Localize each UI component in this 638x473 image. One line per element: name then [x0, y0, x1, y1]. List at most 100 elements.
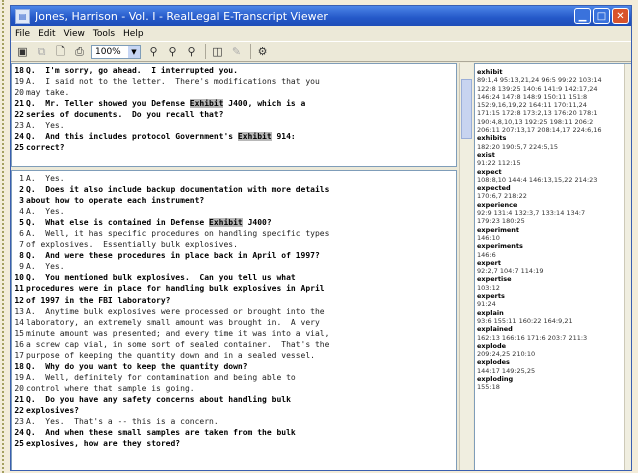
menu-help[interactable]: Help	[123, 29, 144, 39]
transcript-line[interactable]: 10 Q. You mentioned bulk explosives. Can …	[12, 272, 456, 283]
index-word[interactable]: experiments	[477, 242, 623, 250]
index-page-refs[interactable]: 146:6	[477, 251, 623, 259]
index-page-refs[interactable]: 179:23 180:25	[477, 217, 623, 225]
index-page-refs[interactable]: 91:22 112:15	[477, 159, 623, 167]
find-icon[interactable]: ⚲	[146, 44, 161, 59]
index-word[interactable]: experiment	[477, 226, 623, 234]
close-button[interactable]: ✕	[612, 8, 629, 24]
index-page-refs[interactable]: 144:17 149:25,25	[477, 367, 623, 375]
index-page-refs[interactable]: 92:9 131:4 132:3,7 133:14 134:7	[477, 209, 623, 217]
transcript-line[interactable]: 1 A. Yes.	[12, 173, 456, 184]
transcript-line[interactable]: 23 A. Yes. That's a -- this is a concern.	[12, 416, 456, 427]
maximize-button[interactable]: □	[593, 8, 610, 24]
copy-icon[interactable]: ⧉	[34, 44, 49, 59]
index-word[interactable]: expert	[477, 259, 623, 267]
transcript-line[interactable]: 24 Q. And when these small samples are ta…	[12, 427, 456, 438]
index-word[interactable]: exist	[477, 151, 623, 159]
index-word[interactable]: explain	[477, 309, 623, 317]
transcript-line[interactable]: 18 Q. I'm sorry, go ahead. I interrupted …	[12, 65, 456, 76]
index-page-refs[interactable]: 93:6 155:11 160:22 164:9,21	[477, 317, 623, 325]
word-index-pane[interactable]: exhibit 89:1,4 95:13,21,24 96:5 99:22 103…	[474, 63, 631, 470]
transcript-line[interactable]: 7 of explosives. Essentially bulk explosi…	[12, 239, 456, 250]
transcript-line[interactable]: 19 A. I said not to the letter. There's m…	[12, 76, 456, 87]
menu-file[interactable]: File	[15, 29, 30, 39]
index-page-refs[interactable]: 206:11 207:13,17 208:14,17 224:6,16	[477, 126, 623, 134]
zoom-select[interactable]: 100% ▼	[91, 44, 141, 59]
index-page-refs[interactable]: 190:4,8,10,13 192:25 198:11 206:2	[477, 118, 623, 126]
find-prev-icon[interactable]: ⚲	[184, 44, 199, 59]
transcript-line[interactable]: 23 A. Yes.	[12, 120, 456, 131]
line-number: 23	[14, 417, 24, 427]
transcript-scrollbar[interactable]	[459, 63, 473, 470]
transcript-line[interactable]: 21 Q. Mr. Teller showed you Defense Exhib…	[12, 98, 456, 109]
index-page-refs[interactable]: 122:8 139:25 140:6 141:9 142:17,24	[477, 85, 623, 93]
index-page-refs[interactable]: 103:12	[477, 284, 623, 292]
transcript-line[interactable]: 19 A. Well, definitely for contamination …	[12, 372, 456, 383]
transcript-line[interactable]: 2 Q. Does it also include backup document…	[12, 184, 456, 195]
split-view-icon[interactable]: ◫	[210, 44, 225, 59]
index-page-refs[interactable]: 108:8,10 144:4 146:13,15,22 214:23	[477, 176, 623, 184]
transcript-line[interactable]: 13 A. Anytime bulk explosives were proces…	[12, 306, 456, 317]
transcript-line[interactable]: 18 Q. Why do you want to keep the quantit…	[12, 361, 456, 372]
transcript-line[interactable]: 6 A. Well, it has specific procedures on …	[12, 228, 456, 239]
index-scrollbar[interactable]	[624, 64, 631, 470]
transcript-line[interactable]: 17 purpose of keeping the quantity down a…	[12, 350, 456, 361]
transcript-line[interactable]: 16 a screw cap vial, in some sort of seal…	[12, 339, 456, 350]
options-icon[interactable]: ⚙	[255, 44, 270, 59]
index-word[interactable]: exhibit	[477, 68, 623, 76]
index-page-refs[interactable]: 171:15 172:8 173:2,13 176:20 178:1	[477, 109, 623, 117]
menu-edit[interactable]: Edit	[38, 29, 55, 39]
transcript-line[interactable]: 20 control where that sample is going.	[12, 383, 456, 394]
transcript-line[interactable]: 22 explosives?	[12, 405, 456, 416]
transcript-pane-top[interactable]: 18 Q. I'm sorry, go ahead. I interrupted …	[11, 63, 457, 167]
print-preview-icon[interactable]: 🗋	[53, 44, 68, 59]
transcript-line[interactable]: 22 series of documents. Do you recall tha…	[12, 109, 456, 120]
scrollbar-thumb[interactable]	[461, 79, 472, 139]
index-page-refs[interactable]: 155:18	[477, 383, 623, 391]
menu-view[interactable]: View	[64, 29, 85, 39]
transcript-line[interactable]: 25 correct?	[12, 142, 456, 153]
transcript-line[interactable]: 4 A. Yes.	[12, 206, 456, 217]
index-page-refs[interactable]: 91:24	[477, 300, 623, 308]
annotate-icon[interactable]: ✎	[229, 44, 244, 59]
index-page-refs[interactable]: 162:13 166:16 171:6 203:7 211:3	[477, 334, 623, 342]
index-word[interactable]: explodes	[477, 358, 623, 366]
index-page-refs[interactable]: 92:2,7 104:7 114:19	[477, 267, 623, 275]
save-icon[interactable]: ▣	[15, 44, 30, 59]
index-word[interactable]: expertise	[477, 275, 623, 283]
transcript-line[interactable]: 14 laboratory, an extremely small amount …	[12, 317, 456, 328]
transcript-line[interactable]: 25 explosives, how are they stored?	[12, 438, 456, 449]
index-page-refs[interactable]: 146:10	[477, 234, 623, 242]
transcript-line[interactable]: 12 of 1997 in the FBI laboratory?	[12, 295, 456, 306]
index-page-refs[interactable]: 170:6,7 218:22	[477, 192, 623, 200]
transcript-line[interactable]: 5 Q. What else is contained in Defense Ex…	[12, 217, 456, 228]
transcript-line[interactable]: 8 Q. And were these procedures in place b…	[12, 250, 456, 261]
transcript-line[interactable]: 9 A. Yes.	[12, 261, 456, 272]
transcript-line[interactable]: 11 procedures were in place for handling …	[12, 283, 456, 294]
find-next-icon[interactable]: ⚲	[165, 44, 180, 59]
index-word[interactable]: expect	[477, 168, 623, 176]
chevron-down-icon[interactable]: ▼	[128, 45, 140, 58]
index-word[interactable]: exhibits	[477, 134, 623, 142]
index-page-refs[interactable]: 89:1,4 95:13,21,24 96:5 99:22 103:14	[477, 76, 623, 84]
index-word[interactable]: exploding	[477, 375, 623, 383]
minimize-button[interactable]: ▁	[574, 8, 591, 24]
index-page-refs[interactable]: 209:24,25 210:10	[477, 350, 623, 358]
index-word[interactable]: experts	[477, 292, 623, 300]
index-page-refs[interactable]: 182:20 190:5,7 224:5,15	[477, 143, 623, 151]
index-word[interactable]: explode	[477, 342, 623, 350]
transcript-line[interactable]: 3 about how to operate each instrument?	[12, 195, 456, 206]
transcript-pane-main[interactable]: 1 A. Yes. 2 Q. Does it also include backup …	[11, 170, 457, 470]
print-icon[interactable]: ⎙	[72, 44, 87, 59]
transcript-line[interactable]: 21 Q. Do you have any safety concerns abo…	[12, 394, 456, 405]
transcript-line[interactable]: 20 may take.	[12, 87, 456, 98]
index-word[interactable]: expected	[477, 184, 623, 192]
index-word[interactable]: explained	[477, 325, 623, 333]
title-bar[interactable]: ▤ Jones, Harrison - Vol. I - RealLegal E…	[11, 6, 631, 26]
index-page-refs[interactable]: 146:24 147:8 148:9 150:11 151:8	[477, 93, 623, 101]
index-word[interactable]: experience	[477, 201, 623, 209]
index-page-refs[interactable]: 152:9,16,19,22 164:11 170:11,24	[477, 101, 623, 109]
transcript-line[interactable]: 24 Q. And this includes protocol Governme…	[12, 131, 456, 142]
menu-tools[interactable]: Tools	[93, 29, 115, 39]
transcript-line[interactable]: 15 minute amount was presented; and every…	[12, 328, 456, 339]
